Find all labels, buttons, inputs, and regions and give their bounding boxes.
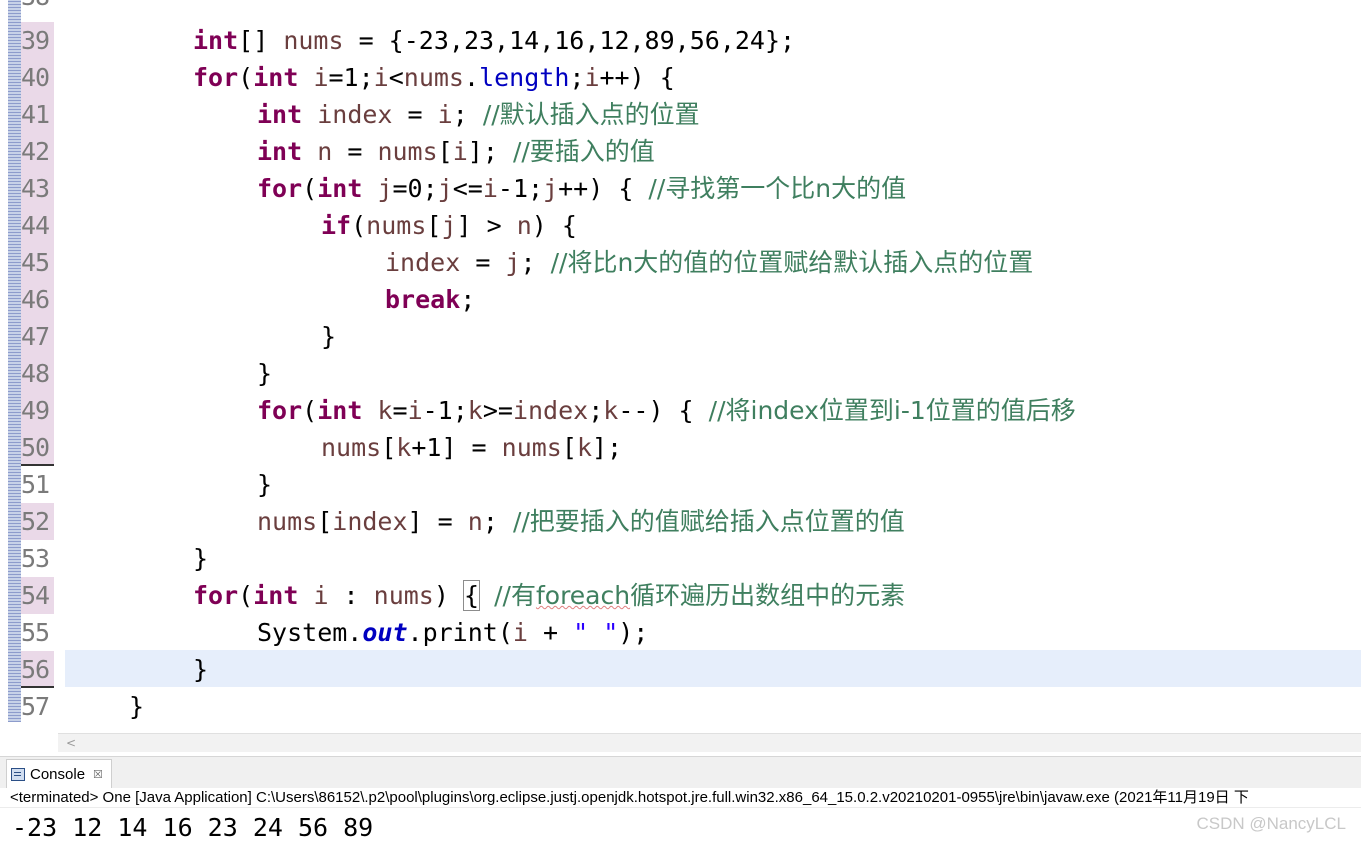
code-line-51: }	[257, 470, 273, 499]
console-icon	[11, 767, 25, 781]
code-line-45: index = j; //将比n大的值的位置赋给默认插入点的位置	[385, 248, 1034, 277]
line-number: 41	[21, 96, 54, 133]
code-line-52: nums[index] = n; //把要插入的值赋给插入点位置的值	[257, 507, 905, 536]
code-line-50: nums[k+1] = nums[k];	[321, 433, 623, 462]
line-number: 38	[21, 0, 54, 15]
console-tab-label: Console	[30, 765, 86, 783]
watermark: CSDN @NancyLCL	[1196, 814, 1346, 833]
console-output[interactable]: -23 12 14 16 23 24 56 89	[12, 812, 373, 844]
code-line-48: }	[257, 359, 273, 388]
console-process-header: <terminated> One [Java Application] C:\U…	[0, 788, 1361, 808]
code-line-43: for(int j=0;j<=i-1;j++) { //寻找第一个比n大的值	[257, 174, 907, 203]
code-line-53: }	[193, 544, 209, 573]
overview-ruler	[8, 0, 21, 722]
tab-console[interactable]: Console ☒	[6, 759, 112, 788]
line-number: 39	[21, 22, 54, 59]
line-number: 53	[21, 544, 50, 573]
code-line-49: for(int k=i-1;k>=index;k--) { //将index位置…	[257, 396, 1076, 425]
line-number: 52	[21, 503, 54, 540]
code-line-47: }	[321, 322, 337, 351]
code-line-55: System.out.print(i + " ");	[257, 618, 649, 647]
code-line-42: int n = nums[i]; //要插入的值	[257, 137, 655, 166]
line-number: 55	[21, 618, 50, 647]
spelling-warning: foreach	[535, 581, 631, 610]
code-line-46: break;	[385, 285, 476, 314]
line-number: 47	[21, 318, 54, 355]
scroll-left-arrow-icon[interactable]: <	[66, 734, 76, 752]
line-number: 42	[21, 133, 54, 170]
line-number: 45	[21, 244, 54, 281]
line-number-gutter: 38 39 40 41 42 43 44 45 46 47 48 49 50 5…	[21, 0, 54, 733]
line-number: 43	[21, 170, 54, 207]
close-icon[interactable]: ☒	[93, 768, 103, 781]
code-line-57: }	[129, 692, 145, 721]
horizontal-scrollbar[interactable]: <	[58, 733, 1361, 752]
line-number: 49	[21, 392, 54, 429]
line-number: 40	[21, 59, 54, 96]
current-line-highlight	[65, 650, 1361, 687]
console-tab-bar: Console ☒	[0, 756, 1361, 789]
line-number: 48	[21, 355, 54, 392]
line-number: 51	[21, 470, 50, 499]
line-number: 50	[21, 429, 54, 466]
code-line-54: for(int i : nums) { //有foreach循环遍历出数组中的元…	[193, 580, 906, 611]
line-number: 57	[21, 692, 50, 721]
matching-brace: {	[462, 580, 481, 611]
code-line-44: if(nums[j] > n) {	[321, 211, 577, 240]
code-line-40: for(int i=1;i<nums.length;i++) {	[193, 63, 675, 92]
code-line-56: }	[193, 655, 209, 684]
line-number: 56	[21, 651, 54, 688]
code-editor[interactable]: 38 39 40 41 42 43 44 45 46 47 48 49 50 5…	[0, 0, 1361, 733]
code-line-39: int[] nums = {-23,23,14,16,12,89,56,24};	[193, 26, 796, 55]
line-number: 54	[21, 577, 54, 614]
line-number: 46	[21, 281, 54, 318]
line-number: 44	[21, 207, 54, 244]
code-line-41: int index = i; //默认插入点的位置	[257, 100, 700, 129]
